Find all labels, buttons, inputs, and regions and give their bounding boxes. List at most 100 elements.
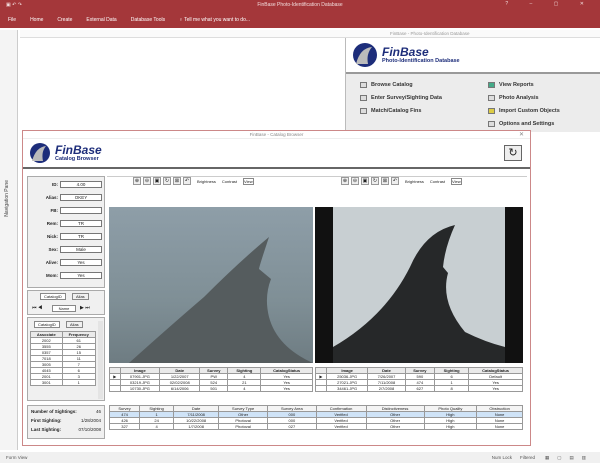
fit-icon[interactable]: ▣ [361,177,369,185]
document-tabs: FinBase - Photo-Identification Database [20,30,600,38]
summary-value: 07/10/2008 [78,427,101,432]
zoom-in-icon[interactable]: ⊕ [133,177,141,185]
summary-row: Last Sighting: 07/10/2008 [31,427,101,432]
table-cell: 1/7/2008 [173,423,220,430]
rotate-icon[interactable]: ↻ [371,177,379,185]
browse-catalog-button[interactable]: Browse Catalog [360,82,413,88]
rotate-icon[interactable]: ↻ [163,177,171,185]
field-input[interactable]: TR [60,233,102,240]
tab-catalogid[interactable]: CatalogID [40,293,66,300]
right-photo-table: Image Date Survey Sighting CatalogStatus ▶ 250… [315,367,523,392]
table-cell: Verified [315,423,367,430]
field-7: Mom: Yes [28,272,108,280]
individual-details: ID: 4.00 Alias: OKEY FB: Rem: TR Nick: TR Sex: Mal… [27,176,105,288]
navigation-pane[interactable]: Navigation Pane [0,30,18,450]
switchboard-tab[interactable]: FinBase - Photo-Identification Database [390,31,470,36]
table-row[interactable]: 3001 1 [30,379,97,386]
field-input[interactable]: OKEY [60,194,102,201]
field-input[interactable]: Yes [60,259,102,266]
record-navigator: CatalogID Alias ⏮ ◀ Name ▶ ⏭ [27,290,105,315]
record-nav-prev[interactable]: ⏮ ◀ [32,305,42,311]
right-image-toolbar: ⊕ ⊖ ▣ ↻ ⊠ ↶ Brightness Contrast View [341,177,462,185]
tell-me-input[interactable]: ♀ Tell me what you want to do... [179,17,250,23]
brightness-slider: Brightness [197,178,216,184]
table-row[interactable]: 10730.JPG 6/14/2006 501 4 Yes [109,385,313,392]
table-cell: 6/14/2006 [159,385,201,392]
refresh-button[interactable]: ↻ [504,145,522,161]
switchboard-form: FinBase Photo-Identification Database Bro… [345,38,600,133]
summary-label: First Sighting: [31,418,62,423]
window-controls[interactable]: ? – ▢ ✕ [505,1,594,7]
status-bar: Form View Num Lock Filtered ▦▢▤▥ [0,452,600,463]
table-row[interactable]: 27021.JPG 7/11/2008 474 1 Yes [315,379,523,386]
tab-catalogid[interactable]: CatalogID [34,321,60,328]
tab-alias[interactable]: Alias [66,321,83,328]
left-fin-photo[interactable] [109,207,313,363]
logo-subtitle: Photo-Identification Database [382,57,460,64]
field-3: Rem: TR [28,220,108,228]
import-icon [488,108,495,114]
record-nav-next[interactable]: ▶ ⏭ [80,305,90,311]
zoom-in-icon[interactable]: ⊕ [341,177,349,185]
field-input[interactable]: Male [60,246,102,253]
field-input[interactable]: 4.00 [60,181,102,188]
table-cell: Yes [468,385,523,392]
field-label: Mom: [46,273,58,278]
tab-external-data[interactable]: External Data [86,17,116,23]
zoom-out-icon[interactable]: ⊖ [143,177,151,185]
view-button[interactable]: View [451,177,462,185]
table-cell: 627 [404,385,436,392]
zoom-out-icon[interactable]: ⊖ [351,177,359,185]
match-catalog-button[interactable]: Match/Catalog Fins [360,108,421,114]
tab-database-tools[interactable]: Database Tools [131,17,165,23]
left-photo-table: Image Date Survey Sighting CatalogStatus ▶ 079… [109,367,313,392]
view-reports-button[interactable]: View Reports [488,82,534,88]
table-cell: 2/7/2008 [367,385,406,392]
import-objects-button[interactable]: Import Custom Objects [488,108,560,114]
field-label: Alias: [45,195,58,200]
row-selector[interactable] [315,385,327,392]
table-row[interactable]: 34461.JPG 2/7/2008 627 8 Yes [315,385,523,392]
field-5: Sex: Male [28,246,108,254]
associates-table: Associate Frequency 2002 61 3555 26 0357 15 7018… [30,331,97,386]
scrollbar[interactable] [98,321,103,399]
field-4: Nick: TR [28,233,108,241]
table-cell: 027 [267,423,317,430]
summary-row: First Sighting: 1/28/2004 [31,418,101,423]
table-row[interactable]: ▶ 25036.JPG 7/26/2007 590 6 Default [315,373,523,380]
photo-icon [488,95,495,101]
browser-title: FinBase - Catalog Browser [23,131,530,139]
tab-file[interactable]: File [8,17,16,23]
table-row[interactable]: 327 4 1/7/2008 Photoval 027 Verified Other High… [108,423,523,430]
undo-icon[interactable]: ↶ [183,177,191,185]
table-cell: High [423,423,478,430]
field-input[interactable]: TR [60,220,102,227]
view-switcher-icons[interactable]: ▦▢▤▥ [545,455,594,461]
close-icon[interactable]: ✕ [519,131,524,138]
crop-icon[interactable]: ⊠ [173,177,181,185]
field-2: FB: [28,207,108,215]
field-label: FB: [50,208,59,213]
contrast-slider: Contrast [429,178,446,184]
field-input[interactable]: Yes [60,272,102,279]
right-fin-photo[interactable] [315,207,523,363]
tab-alias[interactable]: Alias [72,293,89,300]
photo-analysis-button[interactable]: Photo Analysis [488,95,539,101]
options-settings-button[interactable]: Options and Settings [488,121,554,127]
field-6: Alive: Yes [28,259,108,267]
fit-icon[interactable]: ▣ [153,177,161,185]
table-cell: None [476,423,523,430]
view-button[interactable]: View [243,177,254,185]
table-cell: 327 [108,423,141,430]
record-nav-input[interactable]: Name [52,305,76,312]
nav-pane-label: Navigation Pane [4,180,10,217]
tab-home[interactable]: Home [30,17,43,23]
crop-icon[interactable]: ⊠ [381,177,389,185]
row-selector[interactable] [109,385,121,392]
left-image-toolbar: ⊕ ⊖ ▣ ↻ ⊠ ↶ Brightness Contrast View [133,177,254,185]
enter-survey-button[interactable]: Enter Survey/Sighting Data [360,95,442,101]
field-input[interactable] [60,207,102,214]
undo-icon[interactable]: ↶ [391,177,399,185]
tab-create[interactable]: Create [57,17,72,23]
table-cell: 34461.JPG [325,385,369,392]
